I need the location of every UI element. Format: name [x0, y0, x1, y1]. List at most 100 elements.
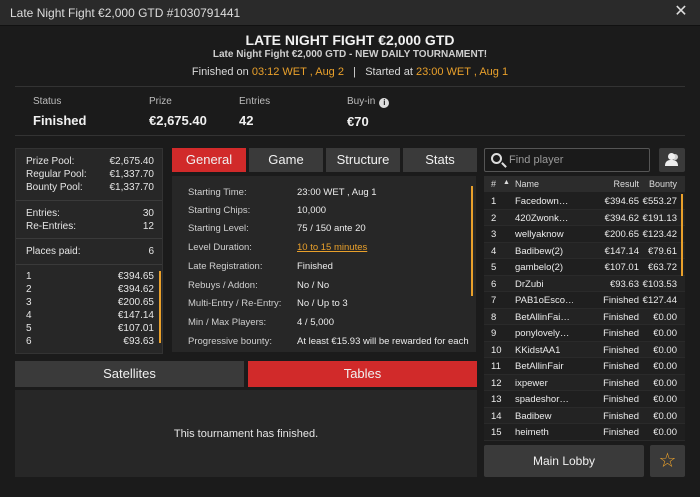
col-rank[interactable]: # [491, 179, 496, 189]
payout-place: 2 [26, 284, 32, 295]
players-table: # ▲ Name Result Bounty 1 Facedown… €394.65… [484, 176, 685, 441]
player-bounty: €0.00 [653, 361, 677, 372]
title-bar: Late Night Fight €2,000 GTD #1030791441 … [0, 0, 700, 26]
tab-game[interactable]: Game [249, 148, 323, 172]
prize-pool-panel: Prize Pool: €2,675.40 Regular Pool: €1,3… [15, 148, 163, 354]
player-rank: 13 [491, 394, 502, 405]
finished-message: This tournament has finished. [173, 428, 319, 440]
player-name: BetAllinFai… [515, 311, 570, 323]
player-result: €93.63 [609, 278, 639, 290]
divider [16, 238, 162, 239]
player-name: heimeth [515, 427, 549, 438]
reentries-value: 12 [142, 221, 154, 232]
close-icon[interactable]: ✕ [672, 3, 690, 21]
table-row[interactable]: 2 420Zwonk… €394.62 €191.13 [484, 209, 685, 226]
tab-structure[interactable]: Structure [326, 148, 400, 172]
prize-value: €2,675.40 [149, 113, 207, 128]
table-row[interactable]: 6 DrZubi €93.63 €103.53 [484, 275, 685, 292]
users-button[interactable] [659, 148, 685, 172]
level-duration-link[interactable]: 10 to 15 minutes [297, 242, 367, 253]
player-rank: 4 [491, 245, 497, 257]
player-rank: 10 [491, 344, 502, 356]
payout-amount: €107.01 [117, 323, 154, 334]
col-name[interactable]: Name [515, 179, 539, 189]
table-row[interactable]: 9 ponylovely… Finished €0.00 [484, 325, 685, 342]
star-icon: ☆ [658, 450, 677, 472]
table-row[interactable]: 3 wellyaknow €200.65 €123.42 [484, 226, 685, 243]
tab-stats[interactable]: Stats [403, 148, 477, 172]
info-key: Progressive bounty: [188, 336, 272, 347]
info-key: Multi-Entry / Re-Entry: [188, 298, 282, 309]
col-bounty[interactable]: Bounty [649, 179, 677, 189]
tab-general[interactable]: General [172, 148, 246, 172]
player-name: gambelo(2) [515, 262, 564, 273]
tab-tables[interactable]: Tables [248, 361, 477, 387]
general-scrollbar[interactable] [471, 186, 473, 296]
info-value: 10,000 [297, 205, 327, 216]
player-result: €107.01 [604, 262, 639, 273]
payout-amount: €200.65 [117, 297, 154, 308]
payout-amount: €147.14 [117, 310, 154, 321]
info-value: 75 / 150 ante 20 [297, 223, 366, 234]
sort-asc-icon[interactable]: ▲ [503, 179, 510, 186]
table-header: # ▲ Name Result Bounty [484, 176, 685, 192]
finished-label: Finished on [191, 66, 249, 78]
entries-block: Entries 42 [239, 96, 270, 128]
table-row[interactable]: 15 heimeth Finished €0.00 [484, 424, 685, 441]
buyin-value: €70 [347, 114, 369, 129]
buyin-block: Buy-in i €70 [347, 96, 390, 129]
time-separator: | [353, 66, 357, 78]
col-result[interactable]: Result [613, 179, 639, 189]
window-title: Late Night Fight €2,000 GTD #1030791441 [10, 5, 241, 20]
player-name: Facedown… [515, 196, 569, 207]
tournament-times: Finished on 03:12 WET , Aug 2 | Started … [0, 66, 700, 78]
regular-pool-value: €1,337.70 [109, 169, 155, 180]
table-row[interactable]: 4 Badibew(2) €147.14 €79.61 [484, 242, 685, 259]
table-row[interactable]: 13 spadeshor… Finished €0.00 [484, 391, 685, 408]
prize-label: Prize [149, 96, 172, 107]
payout-row: 5 €107.01 [26, 323, 154, 334]
favorite-button[interactable]: ☆ [650, 445, 685, 477]
player-rank: 7 [491, 295, 497, 306]
finished-time: 03:12 WET , Aug 2 [251, 66, 344, 78]
info-icon[interactable]: i [379, 98, 390, 108]
table-row[interactable]: 1 Facedown… €394.65 €553.27 [484, 193, 685, 210]
player-bounty: €0.00 [653, 410, 677, 422]
payout-place: 6 [26, 336, 32, 347]
player-bounty: €103.53 [642, 278, 677, 290]
entries-value: 30 [142, 208, 154, 219]
info-key: Level Duration: [188, 242, 252, 253]
player-rank: 11 [491, 361, 501, 372]
table-row[interactable]: 8 BetAllinFai… Finished €0.00 [484, 308, 685, 325]
table-row[interactable]: 12 ixpewer Finished €0.00 [484, 374, 685, 391]
info-key: Late Registration: [188, 261, 263, 272]
info-key: Starting Time: [188, 187, 247, 198]
player-bounty: €123.42 [642, 229, 677, 240]
entries-row: Entries: 30 [26, 208, 154, 219]
table-row[interactable]: 5 gambelo(2) €107.01 €63.72 [484, 259, 685, 276]
info-value: 4 / 5,000 [297, 317, 334, 328]
player-search[interactable] [484, 148, 650, 172]
player-bounty: €0.00 [653, 328, 677, 339]
player-result: Finished [603, 328, 639, 339]
table-row[interactable]: 14 Badibew Finished €0.00 [484, 407, 685, 424]
table-row[interactable]: 10 KKidstAA1 Finished €0.00 [484, 341, 685, 358]
player-bounty: €0.00 [653, 377, 677, 389]
summary-bar: Status Finished Prize €2,675.40 Entries … [15, 86, 685, 136]
info-value: No / No [297, 280, 330, 291]
info-row: Late Registration: Finished [172, 261, 472, 279]
player-bounty: €127.44 [642, 295, 677, 306]
info-value: 23:00 WET , Aug 1 [297, 187, 377, 198]
tab-satellites[interactable]: Satellites [15, 361, 244, 387]
table-row[interactable]: 7 PAB1oEsco… Finished €127.44 [484, 292, 685, 309]
main-lobby-button[interactable]: Main Lobby [484, 445, 644, 477]
search-input[interactable] [509, 149, 647, 171]
prize-pool-value: €2,675.40 [109, 156, 155, 167]
payout-scrollbar[interactable] [159, 271, 161, 343]
tables-panel: This tournament has finished. [15, 390, 477, 477]
general-panel: Starting Time: 23:00 WET , Aug 1 Starting… [172, 176, 476, 352]
info-key: Starting Chips: [188, 205, 251, 216]
players-scrollbar[interactable] [681, 194, 683, 276]
table-row[interactable]: 11 BetAllinFair Finished €0.00 [484, 358, 685, 375]
info-row: Level Duration: 10 to 15 minutes [172, 242, 472, 260]
